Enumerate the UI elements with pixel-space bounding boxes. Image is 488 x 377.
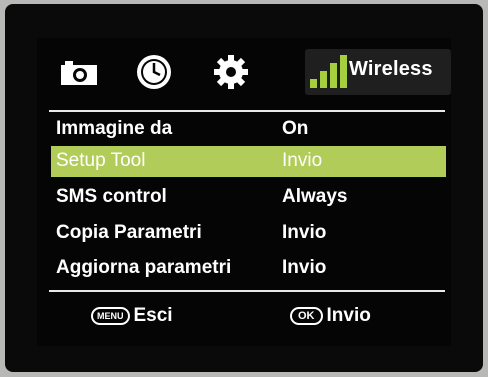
clock-icon [137,55,171,89]
tab-camera[interactable] [57,52,101,92]
camera-icon [61,61,97,85]
menu-item-label: SMS control [56,186,167,207]
menu-item-value: Invio [282,257,327,278]
tab-wireless-label: Wireless [349,58,433,80]
menu-item-setup-tool[interactable]: Setup Tool Invio [51,146,446,177]
tab-clock[interactable] [132,52,176,92]
menu-item-copia-parametri[interactable]: Copia Parametri Invio [51,218,446,249]
ok-confirm-label: Invio [326,305,371,326]
footer-divider [49,290,445,292]
tab-settings[interactable] [209,52,253,92]
menu-item-value: On [282,118,309,139]
menu-key-icon: MENU [91,306,130,325]
device-screen: Wireless Immagine da On Setup Tool Invio… [37,38,451,346]
ok-key-icon: OK [290,306,323,325]
tab-bar: Wireless [37,38,451,108]
menu-item-label: Setup Tool [56,150,146,171]
menu-exit-hint[interactable]: MENU Esci [91,305,173,327]
footer-bar: MENU Esci OK Invio [37,296,451,336]
header-divider [49,110,445,112]
menu-item-label: Aggiorna parametri [56,257,232,278]
menu-item-aggiorna-parametri[interactable]: Aggiorna parametri Invio [51,253,446,284]
menu-item-label: Immagine da [56,118,173,139]
menu-item-label: Copia Parametri [56,222,202,243]
menu-item-sms-control[interactable]: SMS control Always [51,182,446,213]
menu-exit-label: Esci [133,305,173,326]
menu-item-immagine-da[interactable]: Immagine da On [51,114,446,145]
menu-item-value: Always [282,186,348,207]
signal-bars-icon [310,55,347,88]
ok-confirm-hint[interactable]: OK Invio [290,305,371,327]
menu-item-value: Invio [282,150,323,171]
menu-item-value: Invio [282,222,327,243]
gear-icon [214,55,248,89]
